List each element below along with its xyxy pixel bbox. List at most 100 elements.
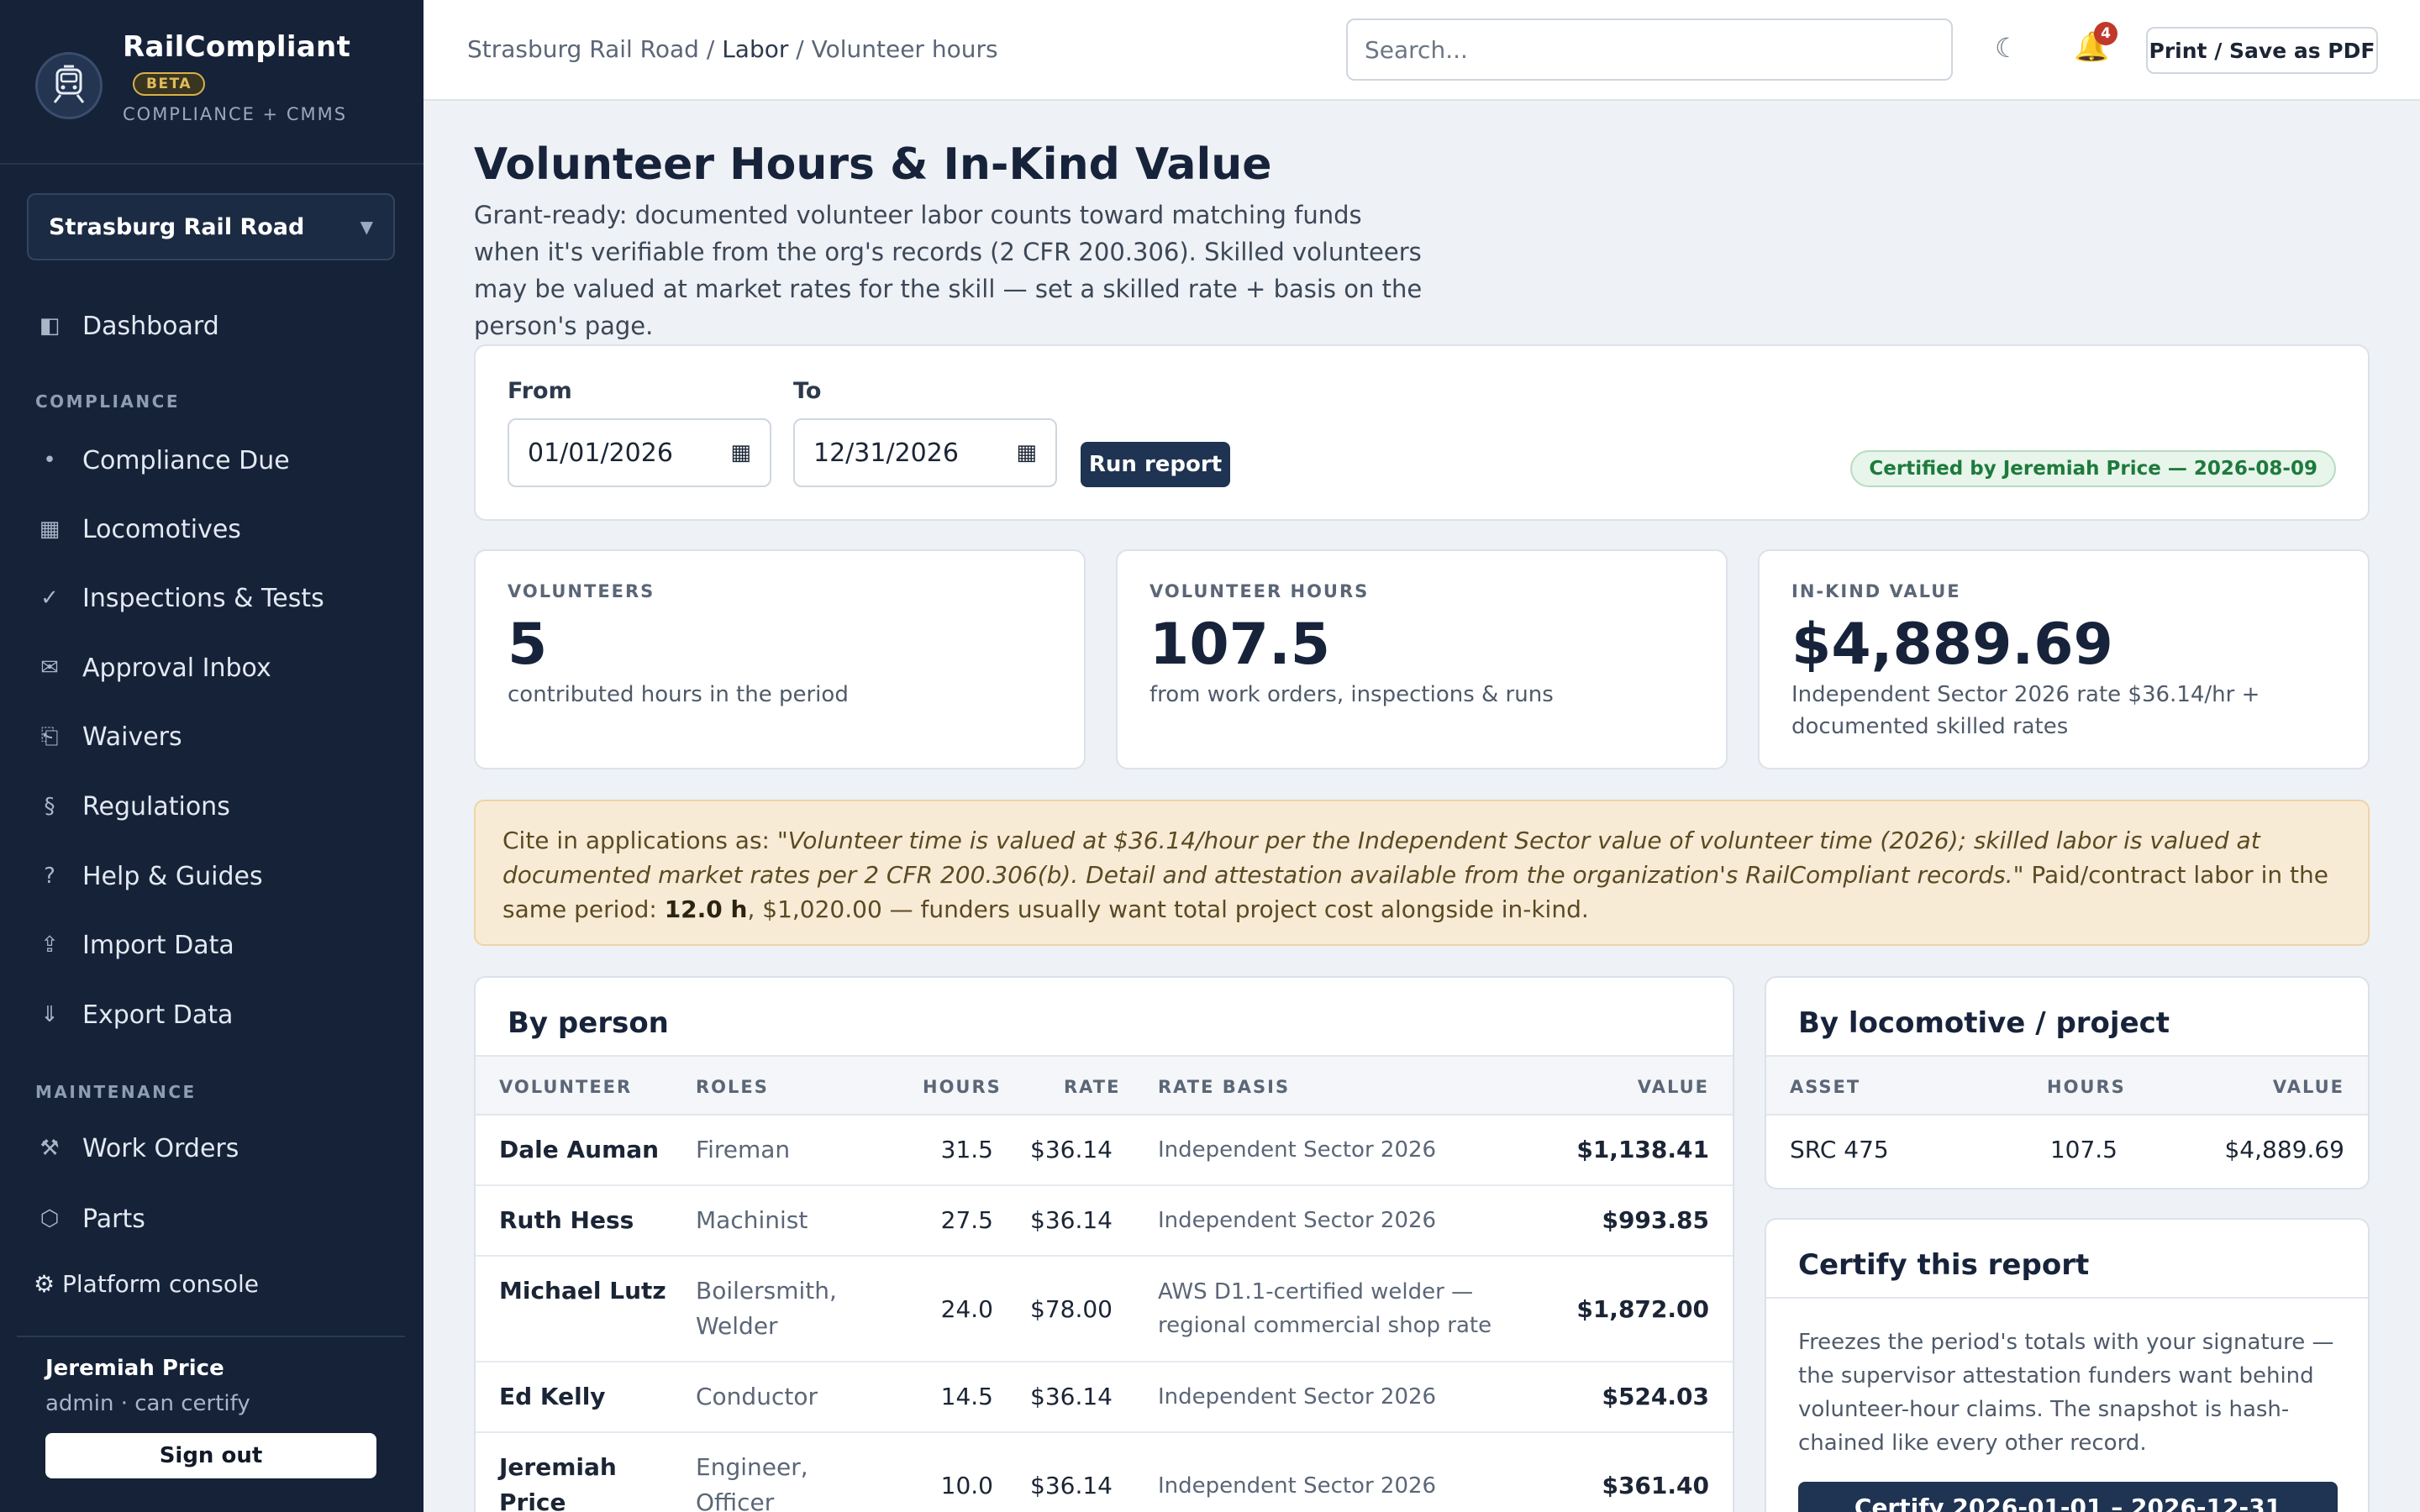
stat-label: VOLUNTEERS [508,581,655,601]
table-header: VOLUNTEER ROLES HOURS RATE RATE BASIS VA… [476,1055,1733,1116]
column-header-value[interactable]: VALUE [1638,1077,1709,1097]
volunteer-hours: 27.5 [940,1206,993,1234]
sign-out-button[interactable]: Sign out [45,1433,376,1478]
sidebar-item-export[interactable]: ⇓ Export Data [0,990,424,1040]
volunteer-rate: $36.14 [1030,1206,1113,1234]
sidebar-item-help[interactable]: ? Help & Guides [0,851,424,901]
column-header-hours[interactable]: HOURS [2047,1077,2126,1097]
column-header-value[interactable]: VALUE [2273,1077,2344,1097]
paid-hours: 12.0 h [664,895,748,923]
sidebar-item-parts[interactable]: ⬡ Parts [0,1194,424,1244]
sidebar-item-approval-inbox[interactable]: ✉ Approval Inbox [0,643,424,693]
sidebar-item-label: Locomotives [82,514,241,544]
dashboard-icon: ◧ [39,313,60,339]
to-date-value: 12/31/2026 [813,438,959,468]
breadcrumb-org[interactable]: Strasburg Rail Road / [467,35,714,63]
to-label: To [793,378,822,404]
org-selector[interactable]: Strasburg Rail Road ▼ [27,193,395,260]
run-report-button[interactable]: Run report [1081,442,1230,487]
rate-basis: Independent Sector 2026 [1158,1384,1437,1410]
volunteer-rate: $36.14 [1030,1472,1113,1499]
volunteer-name[interactable]: Ruth Hess [499,1203,634,1238]
table-row[interactable]: Ed Kelly Conductor 14.5 $36.14 Independe… [476,1362,1733,1433]
sidebar-item-label: Approval Inbox [82,653,271,683]
table-row[interactable]: SRC 475 107.5 $4,889.69 [1766,1116,2368,1188]
dark-mode-toggle-icon[interactable]: ☾ [1995,32,2019,64]
asset-value: $4,889.69 [2224,1136,2344,1163]
column-header-roles[interactable]: ROLES [696,1077,769,1097]
volunteer-value: $1,138.41 [1576,1136,1709,1163]
volunteer-value: $1,872.00 [1576,1295,1709,1323]
grid-icon: ▦ [39,517,60,542]
breadcrumb-labor[interactable]: Labor [722,35,788,63]
chevron-down-icon: ▼ [360,217,373,237]
stat-value: 5 [508,612,548,678]
calendar-icon[interactable]: ▦ [730,440,751,465]
sidebar-item-dashboard[interactable]: ◧ Dashboard [0,301,424,351]
sidebar-item-work-orders[interactable]: ⚒ Work Orders [0,1123,424,1173]
volunteer-name[interactable]: Dale Auman [499,1132,659,1168]
column-header-asset[interactable]: ASSET [1790,1077,1860,1097]
sidebar-item-inspections[interactable]: ✓ Inspections & Tests [0,573,424,623]
to-date-input[interactable]: 12/31/2026 ▦ [793,418,1057,487]
rate-basis: Independent Sector 2026 [1158,1473,1437,1499]
table-row[interactable]: Jeremiah Price Engineer, Officer 10.0 $3… [476,1433,1733,1512]
check-icon: ✓ [40,585,59,611]
certified-status-badge: Certified by Jeremiah Price — 2026-08-09 [1850,450,2336,487]
document-icon: ⎗ [40,723,59,749]
table-row[interactable]: Dale Auman Fireman 31.5 $36.14 Independe… [476,1116,1733,1186]
table-row[interactable]: Michael Lutz Boilersmith, Welder 24.0 $7… [476,1257,1733,1362]
asset-hours: 107.5 [2049,1136,2118,1163]
hammer-icon: ⚒ [39,1136,60,1161]
sidebar-item-regulations[interactable]: § Regulations [0,781,424,832]
volunteer-roles: Machinist [696,1206,808,1234]
sidebar-item-label: Work Orders [82,1133,239,1163]
locomotive-badge-icon[interactable] [35,52,103,119]
volunteer-value: $361.40 [1602,1472,1709,1499]
by-locomotive-table: By locomotive / project ASSET HOURS VALU… [1765,976,2370,1189]
stat-value: 107.5 [1150,612,1331,678]
column-header-rate-basis[interactable]: RATE BASIS [1158,1077,1290,1097]
rate-basis: AWS D1.1-certified welder — regional com… [1158,1279,1492,1338]
dot-icon: • [43,448,56,473]
sidebar-item-label: Regulations [82,791,230,822]
section-sign-icon: § [44,794,55,819]
upload-icon: ⇪ [40,932,59,958]
sidebar-item-waivers[interactable]: ⎗ Waivers [0,711,424,762]
stat-value: $4,889.69 [1791,612,2113,678]
sidebar-item-label: Help & Guides [82,861,263,891]
breadcrumb: Strasburg Rail Road / Labor / Volunteer … [467,35,998,63]
volunteer-name[interactable]: Ed Kelly [499,1379,606,1415]
user-name: Jeremiah Price [45,1356,224,1381]
column-header-hours[interactable]: HOURS [923,1077,1002,1097]
volunteer-hours: 31.5 [940,1136,993,1163]
hexagon-icon: ⬡ [39,1206,60,1231]
by-person-table: By person VOLUNTEER ROLES HOURS RATE RAT… [474,976,1734,1512]
envelope-icon: ✉ [40,655,59,680]
from-date-input[interactable]: 01/01/2026 ▦ [508,418,771,487]
platform-console-link[interactable]: ⚙ Platform console [34,1270,259,1298]
table-title: By locomotive / project [1798,1006,2170,1040]
user-role: admin · can certify [45,1391,250,1416]
table-row[interactable]: Ruth Hess Machinist 27.5 $36.14 Independ… [476,1186,1733,1257]
calendar-icon[interactable]: ▦ [1016,440,1037,465]
volunteer-roles: Boilersmith, Welder [696,1277,837,1340]
stat-label: VOLUNTEER HOURS [1150,581,1370,601]
sidebar-item-locomotives[interactable]: ▦ Locomotives [0,504,424,554]
asset-name[interactable]: SRC 475 [1790,1132,1889,1168]
sidebar-item-compliance-due[interactable]: • Compliance Due [0,435,424,486]
column-header-rate[interactable]: RATE [1064,1077,1120,1097]
search-input[interactable] [1346,18,1953,81]
sidebar-divider [17,1336,405,1337]
column-header-volunteer[interactable]: VOLUNTEER [499,1077,632,1097]
rate-basis: Independent Sector 2026 [1158,1137,1437,1163]
volunteer-name[interactable]: Michael Lutz [499,1273,667,1309]
sidebar-item-import[interactable]: ⇪ Import Data [0,920,424,970]
top-bar: Strasburg Rail Road / Labor / Volunteer … [424,0,2420,101]
volunteer-hours: 14.5 [940,1383,993,1410]
volunteer-name[interactable]: Jeremiah Price [499,1450,667,1512]
volunteer-value: $524.03 [1602,1383,1709,1410]
certify-button[interactable]: Certify 2026-01-01 – 2026-12-31 [1798,1482,2338,1512]
print-save-pdf-button[interactable]: Print / Save as PDF [2146,27,2378,74]
sidebar-item-label: Compliance Due [82,445,290,475]
